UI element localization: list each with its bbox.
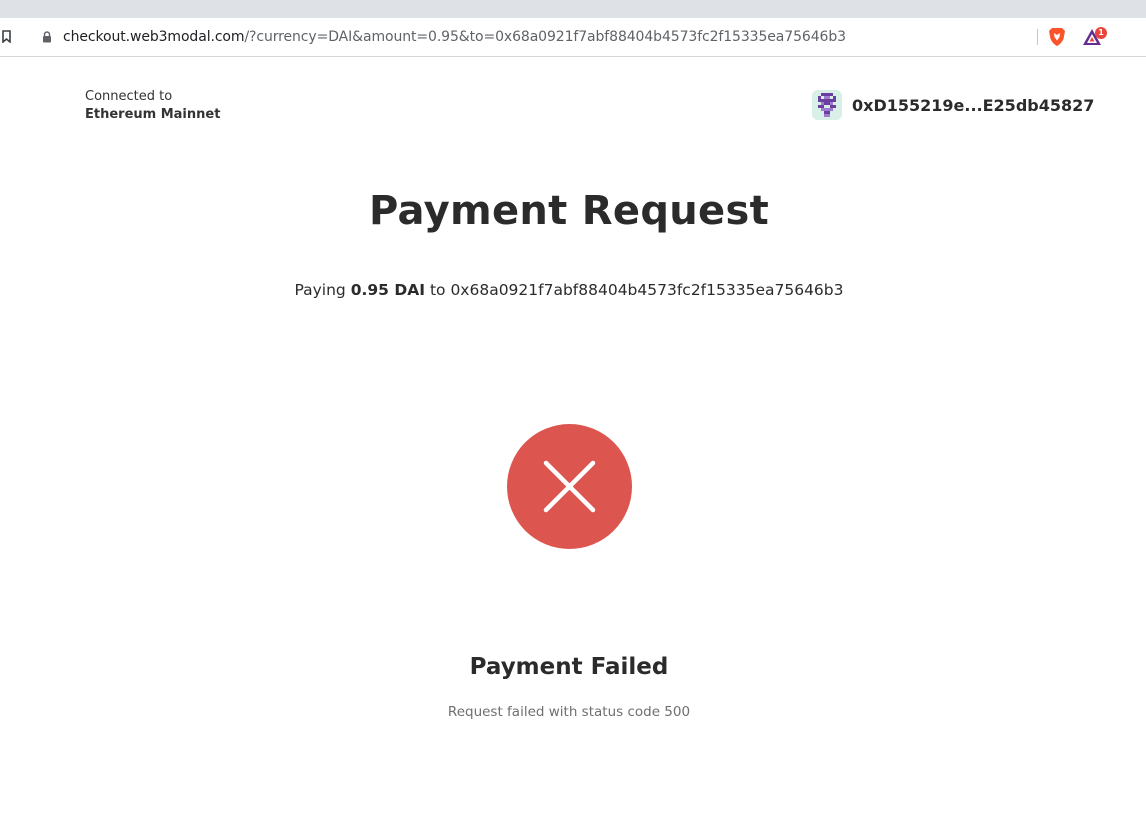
payment-summary: Paying 0.95 DAI to 0x68a0921f7abf88404b4…	[0, 281, 1138, 299]
paying-to-label: to	[429, 281, 446, 299]
bookmark-icon[interactable]	[2, 30, 11, 43]
brave-shields-icon[interactable]	[1048, 27, 1066, 47]
recipient-address: 0x68a0921f7abf88404b4573fc2f15335ea75646…	[450, 281, 844, 299]
identicon-icon	[812, 90, 842, 120]
status-message: Request failed with status code 500	[447, 704, 691, 720]
network-name: Ethereum Mainnet	[85, 107, 221, 122]
url-text[interactable]: checkout.web3modal.com/?currency=DAI&amo…	[63, 29, 846, 45]
status-title: Payment Failed	[469, 654, 669, 680]
paying-label: Paying	[294, 281, 346, 299]
url-path: /?currency=DAI&amount=0.95&to=0x68a0921f…	[244, 29, 846, 45]
lock-icon[interactable]	[42, 31, 52, 43]
page-title: Payment Request	[368, 188, 769, 234]
close-icon	[543, 460, 596, 513]
wallet-address[interactable]: 0xD155219e...E25db45827	[852, 96, 1094, 115]
toolbar-divider	[1037, 29, 1038, 45]
payment-failed-indicator	[507, 424, 632, 549]
notification-badge: 1	[1095, 27, 1107, 39]
payment-amount: 0.95 DAI	[350, 281, 425, 299]
url-host: checkout.web3modal.com	[63, 29, 245, 45]
wallet-avatar[interactable]	[812, 90, 842, 120]
connected-label: Connected to	[85, 89, 173, 104]
